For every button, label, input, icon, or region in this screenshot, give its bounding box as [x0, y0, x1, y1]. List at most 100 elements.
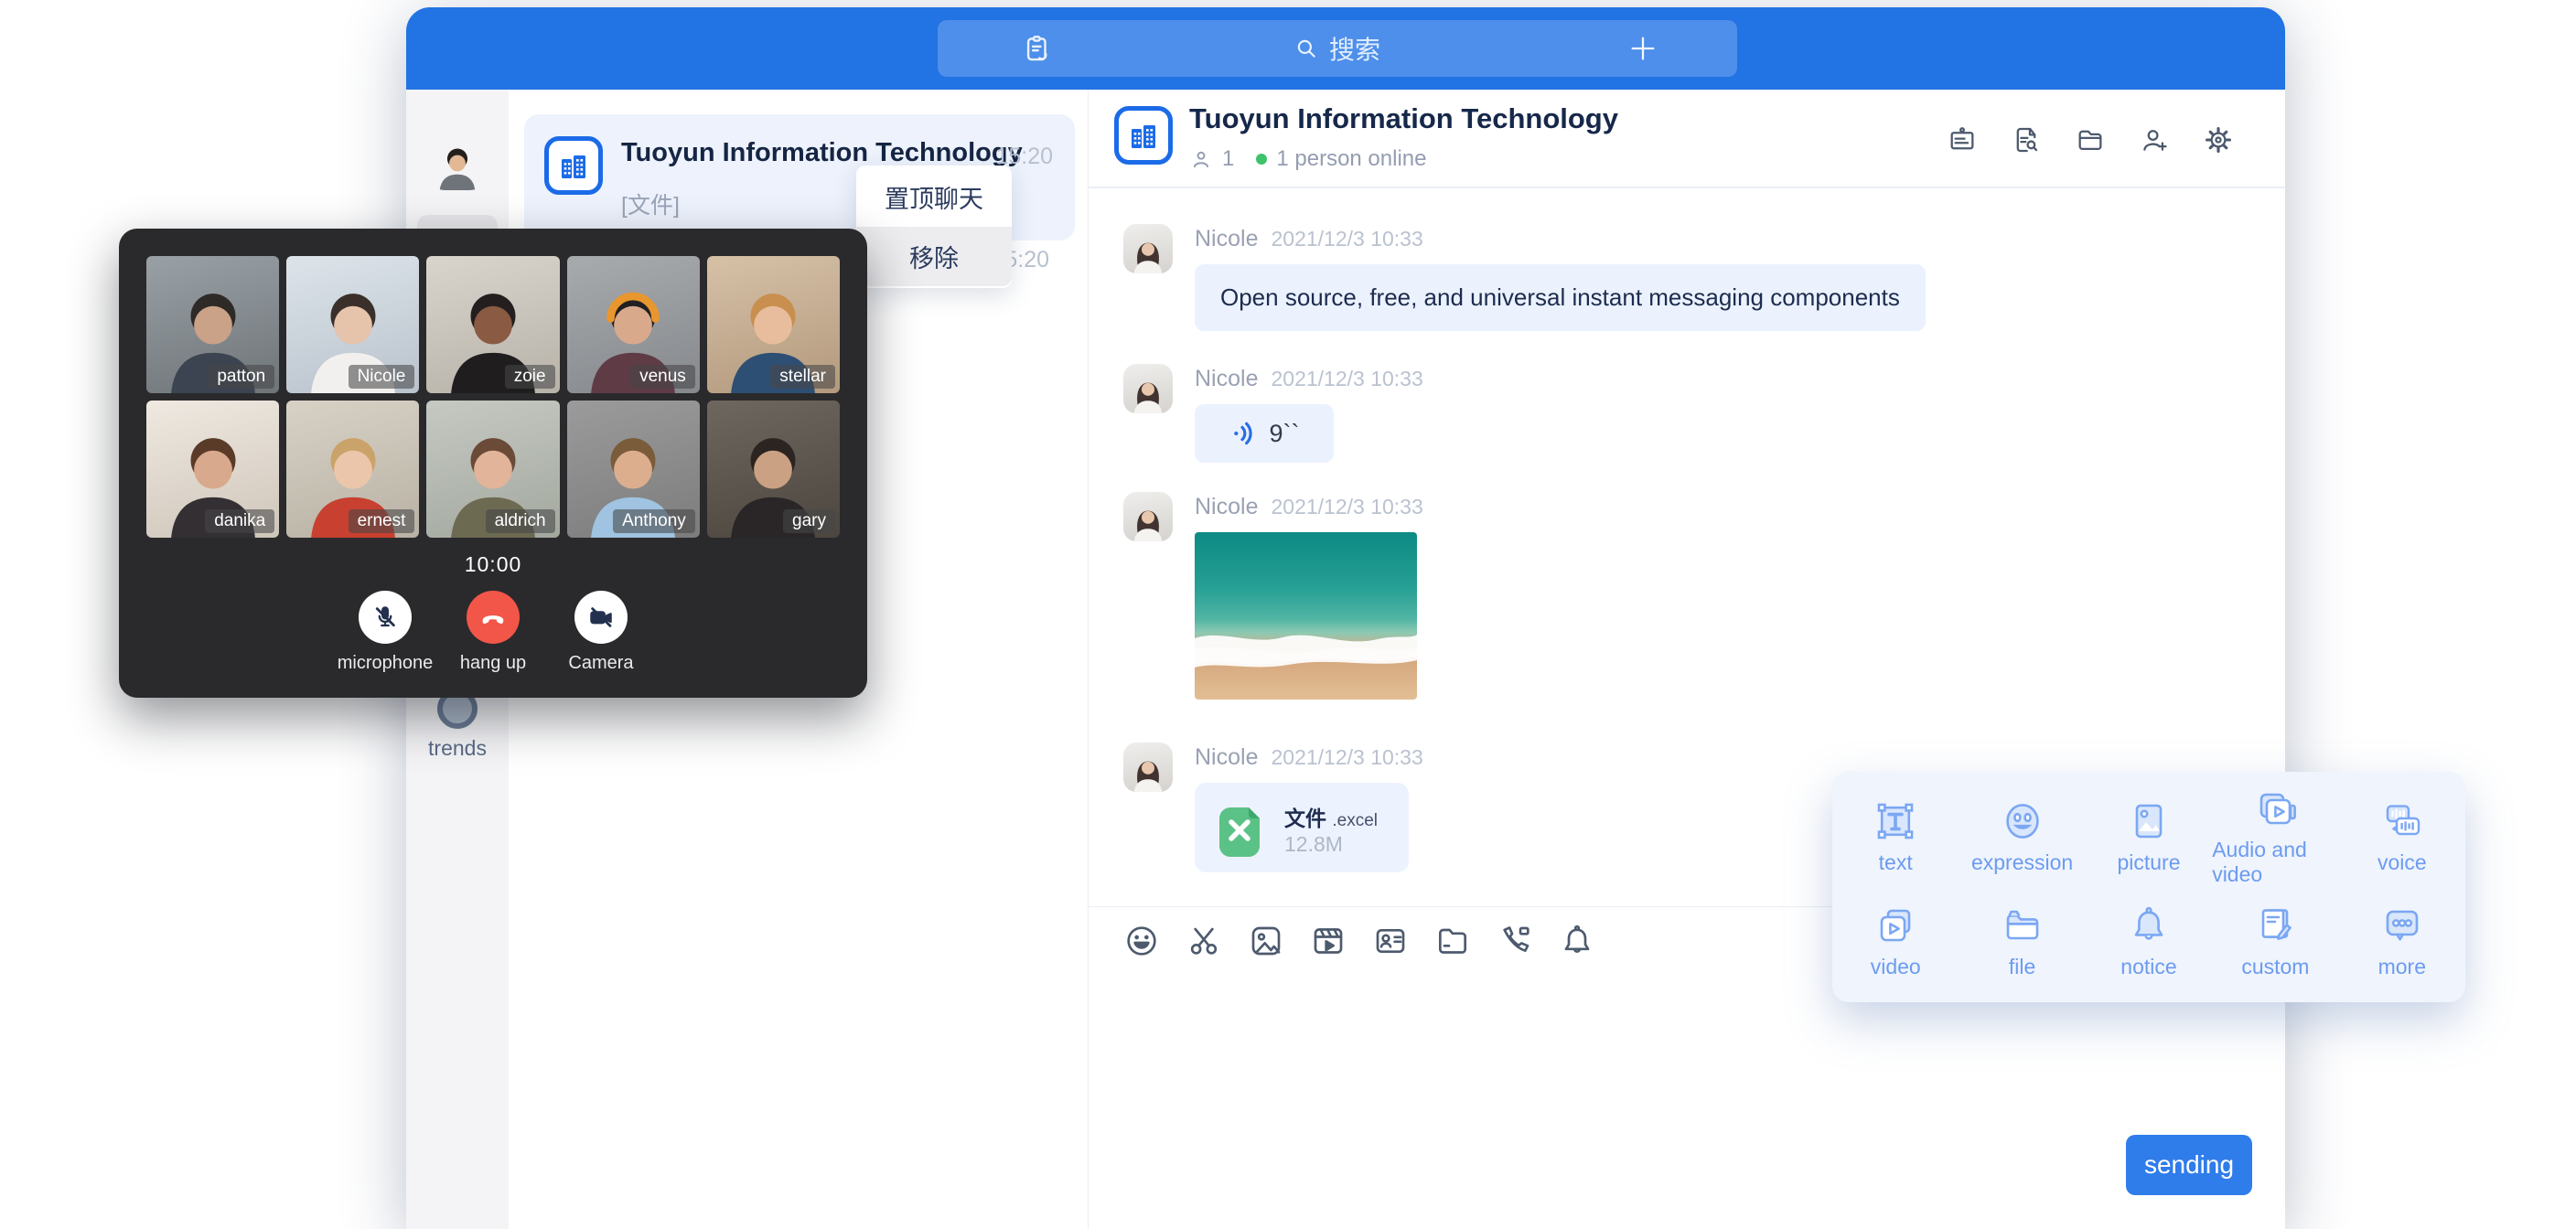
participant-name: gary [783, 509, 835, 533]
call-participant-tile: aldrich [426, 401, 559, 538]
video-call-icon[interactable] [1497, 923, 1533, 959]
emoji-icon[interactable] [1123, 923, 1160, 959]
online-status: 1 person online [1276, 146, 1426, 172]
avatar[interactable] [1123, 743, 1173, 792]
hang-up-icon[interactable] [467, 591, 520, 644]
voice-message-bubble[interactable]: 9`` [1195, 404, 1334, 463]
menu-item-remove[interactable]: 移除 [856, 227, 1012, 286]
chat-header: Tuoyun Information Technology 1 1 person… [1089, 90, 2285, 188]
picture-icon[interactable] [1248, 923, 1284, 959]
popup-item-text[interactable]: text [1832, 785, 1959, 889]
expression-icon [2001, 799, 2045, 843]
image-message[interactable] [1195, 532, 1417, 700]
more-icon [2380, 903, 2424, 947]
gear-icon[interactable] [2203, 124, 2234, 155]
folder-icon[interactable] [2075, 124, 2106, 155]
control-label: microphone [338, 653, 434, 674]
text-message-bubble[interactable]: Open source, free, and universal instant… [1195, 264, 1926, 331]
avatar[interactable] [1123, 492, 1173, 541]
avatar[interactable] [1123, 364, 1173, 413]
camera-muted-icon[interactable] [574, 591, 628, 644]
group-building-icon [544, 136, 603, 195]
participant-name: patton [208, 365, 274, 389]
voice-icon [2380, 799, 2424, 843]
popup-item-video[interactable]: video [1832, 889, 1959, 993]
control-label: Camera [568, 653, 633, 674]
add-person-icon[interactable] [2139, 124, 2170, 155]
composer-toolbar [1123, 923, 1595, 959]
context-menu: 置顶聊天 移除 [856, 166, 1012, 288]
sidebar-item-trends[interactable]: trends [406, 689, 509, 761]
video-call-panel: patton Nicole zoie venus [119, 229, 867, 698]
call-controls: microphone hang up Camera [119, 591, 867, 674]
participant-name: aldrich [486, 509, 555, 533]
search-input[interactable]: 搜索 [1294, 30, 1380, 67]
menu-item-pin-chat[interactable]: 置顶聊天 [856, 167, 1012, 227]
chat-header-actions [1947, 124, 2234, 155]
notice-bell-icon [2127, 903, 2171, 947]
audio-video-icon [2253, 786, 2297, 830]
board-icon[interactable] [1947, 124, 1978, 155]
member-icon [1189, 147, 1213, 171]
participant-name: Nicole [349, 365, 415, 389]
excel-file-icon [1210, 798, 1269, 857]
send-button[interactable]: sending [2126, 1135, 2252, 1195]
file-ext: .excel [1332, 811, 1378, 830]
message-sender: Nicole [1195, 366, 1258, 391]
top-bar: 搜索 [406, 7, 2285, 90]
message-time: 2021/12/3 10:33 [1271, 745, 1422, 769]
file-name: 文件 [1284, 807, 1326, 830]
popup-item-expression[interactable]: expression [1959, 785, 2085, 889]
popup-item-audio-video[interactable]: Audio and video [2212, 785, 2338, 889]
voice-wave-icon [1229, 419, 1259, 448]
message-time: 2021/12/3 10:33 [1271, 495, 1422, 518]
avatar[interactable] [1123, 224, 1173, 273]
call-participant-tile: Nicole [286, 256, 419, 393]
document-search-icon[interactable] [2011, 124, 2042, 155]
search-bar[interactable]: 搜索 [938, 20, 1737, 77]
participant-name: Anthony [613, 509, 695, 533]
file-folder-icon [2001, 903, 2045, 947]
popup-item-voice[interactable]: voice [2339, 785, 2465, 889]
member-count: 1 [1222, 146, 1234, 172]
conversation-last-message: [文件] [621, 187, 680, 220]
popup-item-picture[interactable]: picture [2086, 785, 2212, 889]
popup-item-file[interactable]: file [1959, 889, 2085, 993]
call-participant-tile: danika [146, 401, 279, 538]
online-dot [1256, 154, 1267, 165]
folder-icon[interactable] [1434, 923, 1471, 959]
call-participant-tile: Anthony [567, 401, 700, 538]
voice-duration: 9`` [1270, 420, 1300, 448]
popup-item-custom[interactable]: custom [2212, 889, 2338, 993]
participant-name: zoie [505, 365, 555, 389]
message-time: 2021/12/3 10:33 [1271, 367, 1422, 390]
control-label: hang up [460, 653, 526, 674]
plus-icon[interactable] [1627, 33, 1658, 64]
user-avatar[interactable] [428, 132, 487, 190]
contact-card-icon[interactable] [1372, 923, 1409, 959]
call-participant-tile: zoie [426, 256, 559, 393]
call-participant-tile: gary [707, 401, 840, 538]
message-sender: Nicole [1195, 744, 1258, 770]
participant-grid: patton Nicole zoie venus [146, 256, 840, 538]
call-participant-tile: stellar [707, 256, 840, 393]
file-message[interactable]: 文件 .excel 12.8M [1195, 783, 1409, 872]
microphone-muted-icon[interactable] [359, 591, 412, 644]
clipboard-pen-icon[interactable] [1022, 33, 1053, 64]
message-sender: Nicole [1195, 494, 1258, 519]
participant-name: danika [205, 509, 274, 533]
screenshot-scissors-icon[interactable] [1186, 923, 1222, 959]
chat-main: Tuoyun Information Technology 1 1 person… [1089, 90, 2285, 1229]
call-timer: 10:00 [119, 552, 867, 577]
feature-popup: text expression picture Audio and video [1832, 772, 2465, 1002]
message-sender: Nicole [1195, 226, 1258, 251]
notification-bell-icon[interactable] [1559, 923, 1595, 959]
popup-item-notice[interactable]: notice [2086, 889, 2212, 993]
custom-icon [2253, 903, 2297, 947]
chat-title: Tuoyun Information Technology [1189, 102, 1618, 135]
video-clapper-icon[interactable] [1310, 923, 1347, 959]
message-time: 2021/12/3 10:33 [1271, 227, 1422, 251]
popup-item-more[interactable]: more [2339, 889, 2465, 993]
call-participant-tile: venus [567, 256, 700, 393]
participant-name: ernest [349, 509, 415, 533]
